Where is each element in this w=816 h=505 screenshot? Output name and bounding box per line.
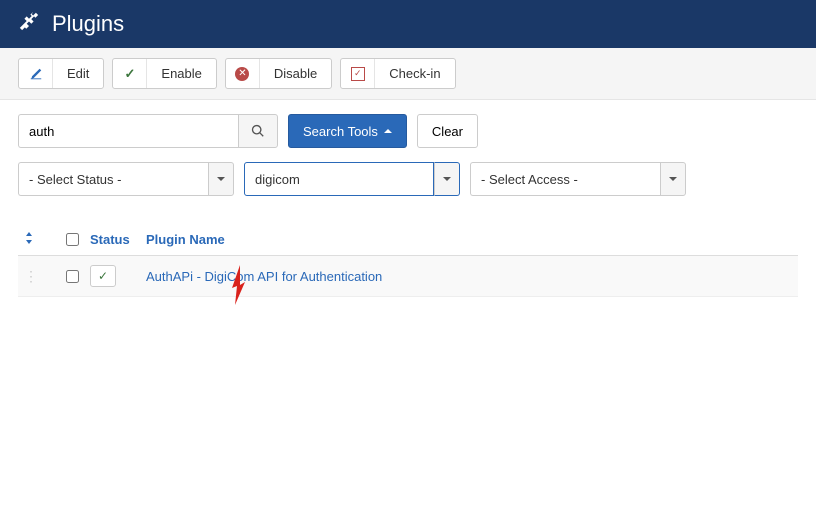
edit-icon (19, 59, 53, 88)
status-toggle[interactable]: ✓ (90, 265, 116, 287)
row-name-cell: AuthAPi - DigiCom API for Authentication (146, 269, 792, 284)
caret-down-icon (217, 177, 225, 181)
disable-button[interactable]: ✕ Disable (225, 58, 332, 89)
drag-handle[interactable]: ⋮ (24, 268, 54, 285)
enable-button[interactable]: ✓ Enable (112, 58, 216, 89)
disable-label: Disable (260, 59, 331, 88)
table-row: ⋮ ✓ AuthAPi - DigiCom API for Authentica… (18, 256, 798, 297)
folder-filter[interactable]: digicom (244, 162, 460, 196)
filter-area: Search Tools Clear - Select Status - dig… (0, 100, 816, 224)
check-icon: ✓ (113, 59, 147, 88)
checkin-label: Check-in (375, 59, 454, 88)
check-all-checkbox[interactable] (66, 233, 79, 246)
status-column-header[interactable]: Status (90, 232, 146, 247)
access-filter[interactable]: - Select Access - (470, 162, 686, 196)
folder-filter-caret[interactable] (434, 162, 460, 196)
enable-label: Enable (147, 59, 215, 88)
check-all-column (54, 233, 90, 246)
caret-down-icon (669, 177, 677, 181)
status-filter[interactable]: - Select Status - (18, 162, 234, 196)
search-icon (251, 124, 265, 138)
row-status-cell: ✓ (90, 265, 146, 287)
caret-down-icon (443, 177, 451, 181)
search-tools-label: Search Tools (303, 124, 378, 139)
toolbar: Edit ✓ Enable ✕ Disable ✓ Check-in (0, 48, 816, 100)
page-header: Plugins (0, 0, 816, 48)
x-icon: ✕ (226, 59, 260, 88)
status-filter-value: - Select Status - (18, 162, 208, 196)
sort-icon (24, 232, 34, 244)
edit-label: Edit (53, 59, 103, 88)
status-filter-caret[interactable] (208, 162, 234, 196)
plugin-table: Status Plugin Name ⋮ ✓ AuthAPi - DigiCom… (0, 224, 816, 297)
row-check-cell (54, 270, 90, 283)
edit-button[interactable]: Edit (18, 58, 104, 89)
name-column-header[interactable]: Plugin Name (146, 232, 792, 247)
search-input[interactable] (18, 114, 238, 148)
table-header: Status Plugin Name (18, 224, 798, 256)
clear-button[interactable]: Clear (417, 114, 478, 148)
access-filter-caret[interactable] (660, 162, 686, 196)
row-checkbox[interactable] (66, 270, 79, 283)
search-tools-button[interactable]: Search Tools (288, 114, 407, 148)
access-filter-value: - Select Access - (470, 162, 660, 196)
page-title: Plugins (52, 11, 124, 37)
sort-column[interactable] (24, 232, 54, 247)
search-button[interactable] (238, 114, 278, 148)
caret-up-icon (384, 129, 392, 133)
folder-filter-value: digicom (244, 162, 434, 196)
checkin-icon: ✓ (341, 59, 375, 88)
plugin-link[interactable]: AuthAPi - DigiCom API for Authentication (146, 269, 382, 284)
plug-icon (18, 10, 40, 38)
checkin-button[interactable]: ✓ Check-in (340, 58, 455, 89)
